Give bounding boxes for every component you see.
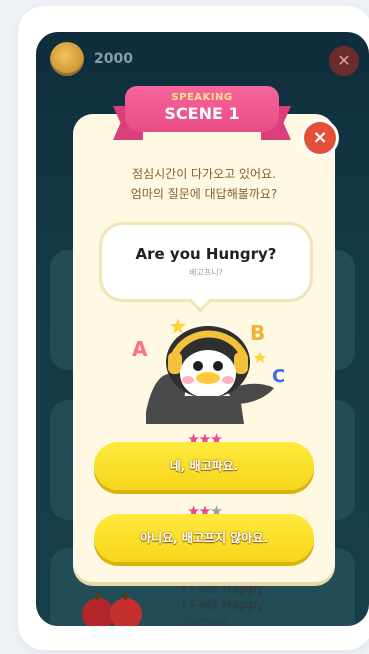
instruction-line: 점심시간이 다가오고 있어요.	[132, 167, 276, 181]
scene-ribbon: SPEAKING SCENE 1	[113, 86, 291, 146]
coin-icon	[50, 42, 84, 76]
coin-bar: 2000	[50, 42, 133, 76]
app-close-icon[interactable]: ✕	[329, 46, 359, 76]
answer-button-yes[interactable]: 네, 배고파요.	[94, 442, 314, 490]
question-korean: 배고프니?	[189, 268, 223, 277]
svg-text:B: B	[250, 321, 265, 345]
question-english: Are you Hungry?	[135, 245, 277, 263]
coin-count: 2000	[94, 51, 133, 67]
scene-title: SCENE 1	[164, 104, 240, 123]
answer-button-no[interactable]: 아니요, 배고프지 않아요.	[94, 514, 314, 562]
svg-text:A: A	[132, 337, 148, 361]
list-item-subtitle: 나는 행복해	[182, 619, 227, 626]
list-item-title: I Feel Happy	[182, 596, 265, 612]
ribbon-body: SPEAKING SCENE 1	[125, 86, 279, 132]
penguin-mascot-illustration: A B C	[132, 318, 285, 424]
apple-icon	[82, 592, 142, 626]
instruction-text: 점심시간이 다가오고 있어요. 엄마의 질문에 대답해볼까요?	[73, 164, 335, 204]
list-item-title: I Feel Happy	[182, 580, 265, 596]
instruction-line: 엄마의 질문에 대답해볼까요?	[130, 187, 278, 201]
speech-bubble: Are you Hungry? 배고프니?	[99, 222, 313, 302]
close-modal-button[interactable]: ×	[304, 122, 336, 154]
ribbon-kicker: SPEAKING	[171, 92, 233, 103]
svg-text:C: C	[272, 366, 285, 387]
